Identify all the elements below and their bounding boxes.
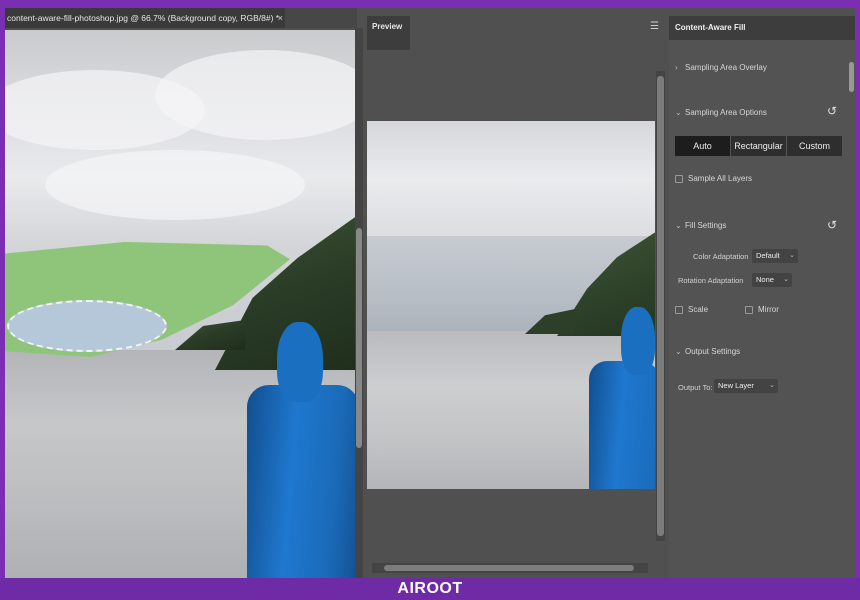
reset-icon[interactable]: ↺ xyxy=(825,104,839,118)
preview-image xyxy=(367,121,655,489)
section-sampling-area-options[interactable]: ⌄ Sampling Area Options xyxy=(675,108,767,117)
preview-horizontal-scrollbar[interactable] xyxy=(372,563,648,573)
preview-tab-label: Preview xyxy=(372,22,403,31)
sample-all-layers-checkbox[interactable]: Sample All Layers xyxy=(675,174,752,183)
reset-icon[interactable]: ↺ xyxy=(825,218,839,232)
tab-strip xyxy=(285,8,357,28)
panel-title: Content-Aware Fill xyxy=(675,23,746,32)
panel-header: Content-Aware Fill xyxy=(669,16,855,40)
chevron-down-icon: ⌄ xyxy=(769,382,775,389)
rotation-adaptation-label: Rotation Adaptation xyxy=(678,276,744,285)
document-tab[interactable]: content-aware-fill-photoshop.jpg @ 66.7%… xyxy=(5,8,287,28)
scale-checkbox[interactable]: Scale xyxy=(675,305,708,314)
preview-person-hood xyxy=(621,307,655,375)
chevron-down-icon[interactable]: ⌄ xyxy=(675,221,685,230)
document-tab-title: content-aware-fill-photoshop.jpg @ 66.7%… xyxy=(7,13,280,23)
person-hood xyxy=(277,322,323,402)
chevron-down-icon: ⌄ xyxy=(789,252,795,259)
watermark-logo: AIROOT xyxy=(397,580,463,597)
mirror-checkbox[interactable]: Mirror xyxy=(745,305,779,314)
checkbox-icon[interactable] xyxy=(745,305,753,314)
scrollbar-thumb[interactable] xyxy=(356,228,362,448)
preview-panel: Preview ☰ xyxy=(367,16,665,578)
watermark-bar: AIROOT xyxy=(0,578,860,600)
mode-auto-button[interactable]: Auto xyxy=(675,136,731,156)
scrollbar-thumb[interactable] xyxy=(657,76,664,536)
tab-preview[interactable]: Preview xyxy=(367,16,410,50)
scrollbar-thumb[interactable] xyxy=(384,565,634,571)
output-to-dropdown[interactable]: New Layer ⌄ xyxy=(714,379,778,393)
color-adaptation-label: Color Adaptation xyxy=(693,252,749,261)
close-tab-icon[interactable]: × xyxy=(278,8,283,28)
person-jacket xyxy=(247,385,355,578)
preview-sky xyxy=(367,121,655,251)
panel-scrollbar[interactable] xyxy=(849,62,854,92)
mode-custom-button[interactable]: Custom xyxy=(787,136,843,156)
preview-vertical-scrollbar[interactable] xyxy=(656,71,665,541)
preview-person-jacket xyxy=(589,361,655,489)
sampling-mode-segmented-control[interactable]: Auto Rectangular Custom xyxy=(675,136,843,156)
color-adaptation-dropdown[interactable]: Default ⌄ xyxy=(752,249,798,263)
output-to-label: Output To: xyxy=(678,383,713,392)
chevron-down-icon[interactable]: ⌄ xyxy=(675,347,685,356)
document-canvas[interactable] xyxy=(5,30,355,578)
mode-rectangular-button[interactable]: Rectangular xyxy=(731,136,787,156)
chevron-down-icon[interactable]: ⌄ xyxy=(675,108,685,117)
content-aware-fill-panel: Content-Aware Fill › Sampling Area Overla… xyxy=(669,16,855,578)
marquee-selection[interactable] xyxy=(7,300,167,352)
chevron-down-icon: ⌄ xyxy=(783,276,789,283)
section-output-settings[interactable]: ⌄ Output Settings xyxy=(675,347,740,356)
hamburger-menu-icon[interactable]: ☰ xyxy=(650,22,659,32)
cloud xyxy=(45,150,305,220)
photoshop-workspace: content-aware-fill-photoshop.jpg @ 66.7%… xyxy=(5,8,855,578)
section-fill-settings[interactable]: ⌄ Fill Settings xyxy=(675,221,726,230)
rotation-adaptation-dropdown[interactable]: None ⌄ xyxy=(752,273,792,287)
section-sampling-area-overlay[interactable]: › Sampling Area Overlay xyxy=(675,63,767,72)
checkbox-icon[interactable] xyxy=(675,305,683,314)
checkbox-icon[interactable] xyxy=(675,174,683,183)
canvas-vertical-scrollbar[interactable] xyxy=(355,28,363,578)
chevron-right-icon[interactable]: › xyxy=(675,63,685,72)
